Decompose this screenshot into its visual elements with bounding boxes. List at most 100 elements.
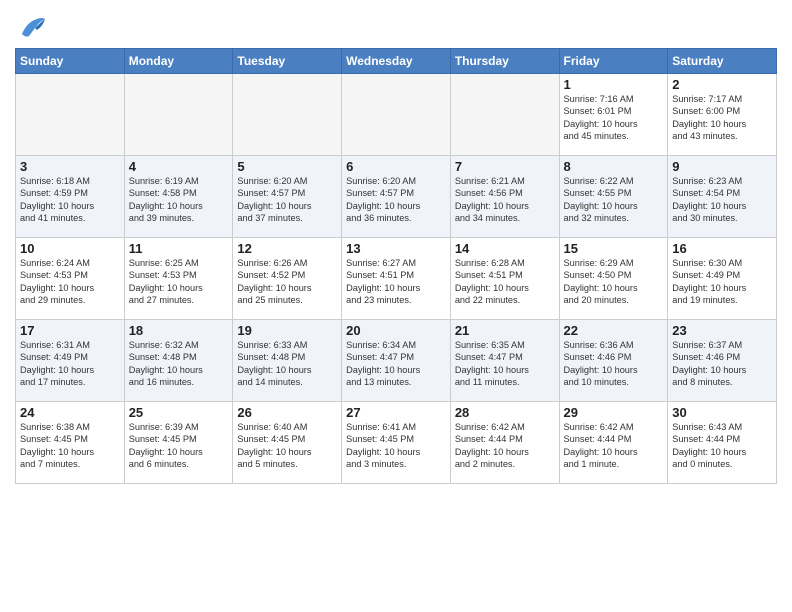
day-info: Sunrise: 6:23 AM Sunset: 4:54 PM Dayligh…	[672, 175, 772, 225]
calendar-cell	[342, 74, 451, 156]
day-number: 5	[237, 159, 337, 174]
day-number: 21	[455, 323, 555, 338]
calendar-cell: 22Sunrise: 6:36 AM Sunset: 4:46 PM Dayli…	[559, 320, 668, 402]
day-info: Sunrise: 6:20 AM Sunset: 4:57 PM Dayligh…	[346, 175, 446, 225]
calendar-cell: 2Sunrise: 7:17 AM Sunset: 6:00 PM Daylig…	[668, 74, 777, 156]
calendar-cell	[450, 74, 559, 156]
calendar-table: SundayMondayTuesdayWednesdayThursdayFrid…	[15, 48, 777, 484]
day-info: Sunrise: 6:19 AM Sunset: 4:58 PM Dayligh…	[129, 175, 229, 225]
calendar-cell: 17Sunrise: 6:31 AM Sunset: 4:49 PM Dayli…	[16, 320, 125, 402]
calendar-cell: 27Sunrise: 6:41 AM Sunset: 4:45 PM Dayli…	[342, 402, 451, 484]
calendar-week-row: 3Sunrise: 6:18 AM Sunset: 4:59 PM Daylig…	[16, 156, 777, 238]
calendar-cell	[124, 74, 233, 156]
day-number: 23	[672, 323, 772, 338]
calendar-cell: 10Sunrise: 6:24 AM Sunset: 4:53 PM Dayli…	[16, 238, 125, 320]
weekday-header-row: SundayMondayTuesdayWednesdayThursdayFrid…	[16, 49, 777, 74]
calendar-week-row: 17Sunrise: 6:31 AM Sunset: 4:49 PM Dayli…	[16, 320, 777, 402]
day-number: 12	[237, 241, 337, 256]
day-number: 29	[564, 405, 664, 420]
day-info: Sunrise: 6:42 AM Sunset: 4:44 PM Dayligh…	[455, 421, 555, 471]
day-info: Sunrise: 6:34 AM Sunset: 4:47 PM Dayligh…	[346, 339, 446, 389]
calendar-cell	[233, 74, 342, 156]
day-info: Sunrise: 6:33 AM Sunset: 4:48 PM Dayligh…	[237, 339, 337, 389]
day-info: Sunrise: 6:20 AM Sunset: 4:57 PM Dayligh…	[237, 175, 337, 225]
day-info: Sunrise: 6:31 AM Sunset: 4:49 PM Dayligh…	[20, 339, 120, 389]
page-container: SundayMondayTuesdayWednesdayThursdayFrid…	[0, 0, 792, 489]
day-info: Sunrise: 6:32 AM Sunset: 4:48 PM Dayligh…	[129, 339, 229, 389]
calendar-cell: 8Sunrise: 6:22 AM Sunset: 4:55 PM Daylig…	[559, 156, 668, 238]
calendar-cell: 4Sunrise: 6:19 AM Sunset: 4:58 PM Daylig…	[124, 156, 233, 238]
day-number: 10	[20, 241, 120, 256]
day-number: 6	[346, 159, 446, 174]
day-info: Sunrise: 6:21 AM Sunset: 4:56 PM Dayligh…	[455, 175, 555, 225]
day-number: 15	[564, 241, 664, 256]
weekday-header-wednesday: Wednesday	[342, 49, 451, 74]
calendar-cell: 14Sunrise: 6:28 AM Sunset: 4:51 PM Dayli…	[450, 238, 559, 320]
day-number: 26	[237, 405, 337, 420]
day-info: Sunrise: 6:26 AM Sunset: 4:52 PM Dayligh…	[237, 257, 337, 307]
day-info: Sunrise: 6:40 AM Sunset: 4:45 PM Dayligh…	[237, 421, 337, 471]
calendar-cell: 20Sunrise: 6:34 AM Sunset: 4:47 PM Dayli…	[342, 320, 451, 402]
day-info: Sunrise: 6:28 AM Sunset: 4:51 PM Dayligh…	[455, 257, 555, 307]
day-number: 4	[129, 159, 229, 174]
day-number: 22	[564, 323, 664, 338]
day-info: Sunrise: 6:39 AM Sunset: 4:45 PM Dayligh…	[129, 421, 229, 471]
day-info: Sunrise: 6:36 AM Sunset: 4:46 PM Dayligh…	[564, 339, 664, 389]
day-number: 16	[672, 241, 772, 256]
day-info: Sunrise: 6:22 AM Sunset: 4:55 PM Dayligh…	[564, 175, 664, 225]
day-number: 24	[20, 405, 120, 420]
calendar-week-row: 1Sunrise: 7:16 AM Sunset: 6:01 PM Daylig…	[16, 74, 777, 156]
day-number: 17	[20, 323, 120, 338]
header	[15, 10, 777, 42]
day-info: Sunrise: 6:27 AM Sunset: 4:51 PM Dayligh…	[346, 257, 446, 307]
weekday-header-sunday: Sunday	[16, 49, 125, 74]
calendar-cell: 1Sunrise: 7:16 AM Sunset: 6:01 PM Daylig…	[559, 74, 668, 156]
day-number: 7	[455, 159, 555, 174]
calendar-cell: 25Sunrise: 6:39 AM Sunset: 4:45 PM Dayli…	[124, 402, 233, 484]
day-info: Sunrise: 6:38 AM Sunset: 4:45 PM Dayligh…	[20, 421, 120, 471]
calendar-cell: 13Sunrise: 6:27 AM Sunset: 4:51 PM Dayli…	[342, 238, 451, 320]
weekday-header-friday: Friday	[559, 49, 668, 74]
day-number: 25	[129, 405, 229, 420]
calendar-cell: 15Sunrise: 6:29 AM Sunset: 4:50 PM Dayli…	[559, 238, 668, 320]
calendar-cell: 21Sunrise: 6:35 AM Sunset: 4:47 PM Dayli…	[450, 320, 559, 402]
calendar-week-row: 24Sunrise: 6:38 AM Sunset: 4:45 PM Dayli…	[16, 402, 777, 484]
calendar-week-row: 10Sunrise: 6:24 AM Sunset: 4:53 PM Dayli…	[16, 238, 777, 320]
day-info: Sunrise: 6:30 AM Sunset: 4:49 PM Dayligh…	[672, 257, 772, 307]
day-info: Sunrise: 6:29 AM Sunset: 4:50 PM Dayligh…	[564, 257, 664, 307]
calendar-cell	[16, 74, 125, 156]
calendar-cell: 11Sunrise: 6:25 AM Sunset: 4:53 PM Dayli…	[124, 238, 233, 320]
day-number: 13	[346, 241, 446, 256]
weekday-header-monday: Monday	[124, 49, 233, 74]
day-number: 14	[455, 241, 555, 256]
day-number: 27	[346, 405, 446, 420]
calendar-cell: 26Sunrise: 6:40 AM Sunset: 4:45 PM Dayli…	[233, 402, 342, 484]
calendar-cell: 29Sunrise: 6:42 AM Sunset: 4:44 PM Dayli…	[559, 402, 668, 484]
calendar-cell: 7Sunrise: 6:21 AM Sunset: 4:56 PM Daylig…	[450, 156, 559, 238]
calendar-cell: 12Sunrise: 6:26 AM Sunset: 4:52 PM Dayli…	[233, 238, 342, 320]
calendar-cell: 24Sunrise: 6:38 AM Sunset: 4:45 PM Dayli…	[16, 402, 125, 484]
day-number: 1	[564, 77, 664, 92]
day-number: 8	[564, 159, 664, 174]
day-info: Sunrise: 6:42 AM Sunset: 4:44 PM Dayligh…	[564, 421, 664, 471]
day-info: Sunrise: 6:41 AM Sunset: 4:45 PM Dayligh…	[346, 421, 446, 471]
calendar-cell: 18Sunrise: 6:32 AM Sunset: 4:48 PM Dayli…	[124, 320, 233, 402]
day-info: Sunrise: 6:35 AM Sunset: 4:47 PM Dayligh…	[455, 339, 555, 389]
logo-bird-icon	[17, 14, 47, 42]
day-info: Sunrise: 7:16 AM Sunset: 6:01 PM Dayligh…	[564, 93, 664, 143]
calendar-cell: 16Sunrise: 6:30 AM Sunset: 4:49 PM Dayli…	[668, 238, 777, 320]
day-number: 19	[237, 323, 337, 338]
day-info: Sunrise: 6:25 AM Sunset: 4:53 PM Dayligh…	[129, 257, 229, 307]
calendar-cell: 5Sunrise: 6:20 AM Sunset: 4:57 PM Daylig…	[233, 156, 342, 238]
day-info: Sunrise: 7:17 AM Sunset: 6:00 PM Dayligh…	[672, 93, 772, 143]
day-info: Sunrise: 6:37 AM Sunset: 4:46 PM Dayligh…	[672, 339, 772, 389]
day-info: Sunrise: 6:24 AM Sunset: 4:53 PM Dayligh…	[20, 257, 120, 307]
day-number: 20	[346, 323, 446, 338]
calendar-cell: 3Sunrise: 6:18 AM Sunset: 4:59 PM Daylig…	[16, 156, 125, 238]
calendar-cell: 30Sunrise: 6:43 AM Sunset: 4:44 PM Dayli…	[668, 402, 777, 484]
day-number: 3	[20, 159, 120, 174]
calendar-cell: 28Sunrise: 6:42 AM Sunset: 4:44 PM Dayli…	[450, 402, 559, 484]
weekday-header-saturday: Saturday	[668, 49, 777, 74]
day-number: 30	[672, 405, 772, 420]
calendar-cell: 19Sunrise: 6:33 AM Sunset: 4:48 PM Dayli…	[233, 320, 342, 402]
